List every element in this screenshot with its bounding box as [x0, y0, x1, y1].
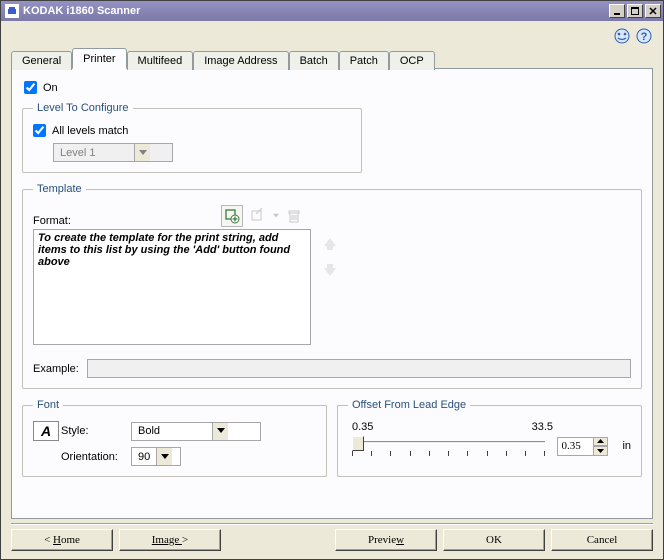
- all-levels-match-label: All levels match: [52, 125, 128, 137]
- cancel-button[interactable]: Cancel: [551, 529, 653, 551]
- tab-image-address[interactable]: Image Address: [193, 51, 288, 70]
- edit-format-button[interactable]: [247, 205, 269, 227]
- window-title: KODAK i1860 Scanner: [23, 5, 609, 17]
- help-icon[interactable]: ?: [635, 27, 653, 45]
- orientation-select-value: 90: [132, 451, 156, 463]
- offset-spinner[interactable]: [557, 437, 608, 456]
- dialog-buttons: < Home Image > Preview OK Cancel: [11, 529, 653, 553]
- format-list[interactable]: To create the template for the print str…: [33, 229, 311, 345]
- chevron-down-icon: [212, 423, 228, 440]
- tab-batch[interactable]: Batch: [289, 51, 339, 70]
- font-legend: Font: [33, 399, 63, 411]
- orientation-label: Orientation:: [61, 451, 131, 463]
- tab-strip: General Printer Multifeed Image Address …: [11, 49, 653, 69]
- tab-multifeed[interactable]: Multifeed: [127, 51, 194, 70]
- tab-printer[interactable]: Printer: [72, 48, 126, 69]
- titlebar: KODAK i1860 Scanner: [1, 1, 663, 21]
- app-icon: [5, 4, 19, 18]
- printer-tab-panel: On Level To Configure All levels match L…: [11, 68, 653, 519]
- offset-unit: in: [616, 440, 631, 452]
- close-button[interactable]: [645, 4, 661, 18]
- tab-general[interactable]: General: [11, 51, 72, 70]
- spinner-down-button[interactable]: [593, 446, 608, 456]
- scanner-settings-window: KODAK i1860 Scanner ? General Printer Mu…: [0, 0, 664, 560]
- offset-slider[interactable]: [352, 433, 545, 459]
- offset-group: Offset From Lead Edge 0.35 33.5: [337, 399, 642, 477]
- level-select-value: Level 1: [54, 147, 134, 159]
- style-select[interactable]: Bold: [131, 422, 261, 441]
- template-legend: Template: [33, 183, 86, 195]
- chevron-down-icon: [156, 448, 172, 465]
- level-to-configure-legend: Level To Configure: [33, 102, 133, 114]
- ok-button[interactable]: OK: [443, 529, 545, 551]
- font-preview-icon: A: [33, 421, 59, 441]
- spinner-up-button[interactable]: [593, 437, 608, 447]
- offset-max-label: 33.5: [532, 421, 553, 433]
- move-up-button[interactable]: [319, 233, 341, 255]
- add-format-button[interactable]: [221, 205, 243, 227]
- maximize-button[interactable]: [627, 4, 643, 18]
- example-label: Example:: [33, 363, 79, 375]
- tab-patch[interactable]: Patch: [339, 51, 389, 70]
- level-select: Level 1: [53, 143, 173, 162]
- separator: [11, 523, 653, 525]
- font-group: Font A Style: Bold Orientation: 90: [22, 399, 327, 477]
- tab-ocp[interactable]: OCP: [389, 51, 435, 70]
- offset-input[interactable]: [557, 437, 593, 456]
- style-select-value: Bold: [132, 425, 212, 437]
- home-button[interactable]: < Home: [11, 529, 113, 551]
- all-levels-match-checkbox[interactable]: [33, 124, 46, 137]
- svg-text:?: ?: [641, 31, 648, 43]
- format-label: Format:: [33, 215, 213, 227]
- delete-format-button[interactable]: [283, 205, 305, 227]
- image-button[interactable]: Image >: [119, 529, 221, 551]
- chevron-down-icon: [134, 144, 150, 161]
- orientation-select[interactable]: 90: [131, 447, 181, 466]
- on-checkbox[interactable]: [24, 81, 37, 94]
- template-group: Template Format:: [22, 183, 642, 389]
- offset-min-label: 0.35: [352, 421, 373, 433]
- example-output: [87, 359, 631, 378]
- offset-legend: Offset From Lead Edge: [348, 399, 470, 411]
- about-icon[interactable]: [613, 27, 631, 45]
- chevron-down-icon: [273, 205, 279, 227]
- preview-button[interactable]: Preview: [335, 529, 437, 551]
- format-placeholder: To create the template for the print str…: [38, 232, 290, 268]
- move-down-button[interactable]: [319, 259, 341, 281]
- style-label: Style:: [61, 425, 131, 437]
- minimize-button[interactable]: [609, 4, 625, 18]
- slider-thumb[interactable]: [352, 436, 364, 451]
- on-label: On: [43, 82, 58, 94]
- level-to-configure-group: Level To Configure All levels match Leve…: [22, 102, 362, 173]
- help-icons: ?: [11, 25, 653, 49]
